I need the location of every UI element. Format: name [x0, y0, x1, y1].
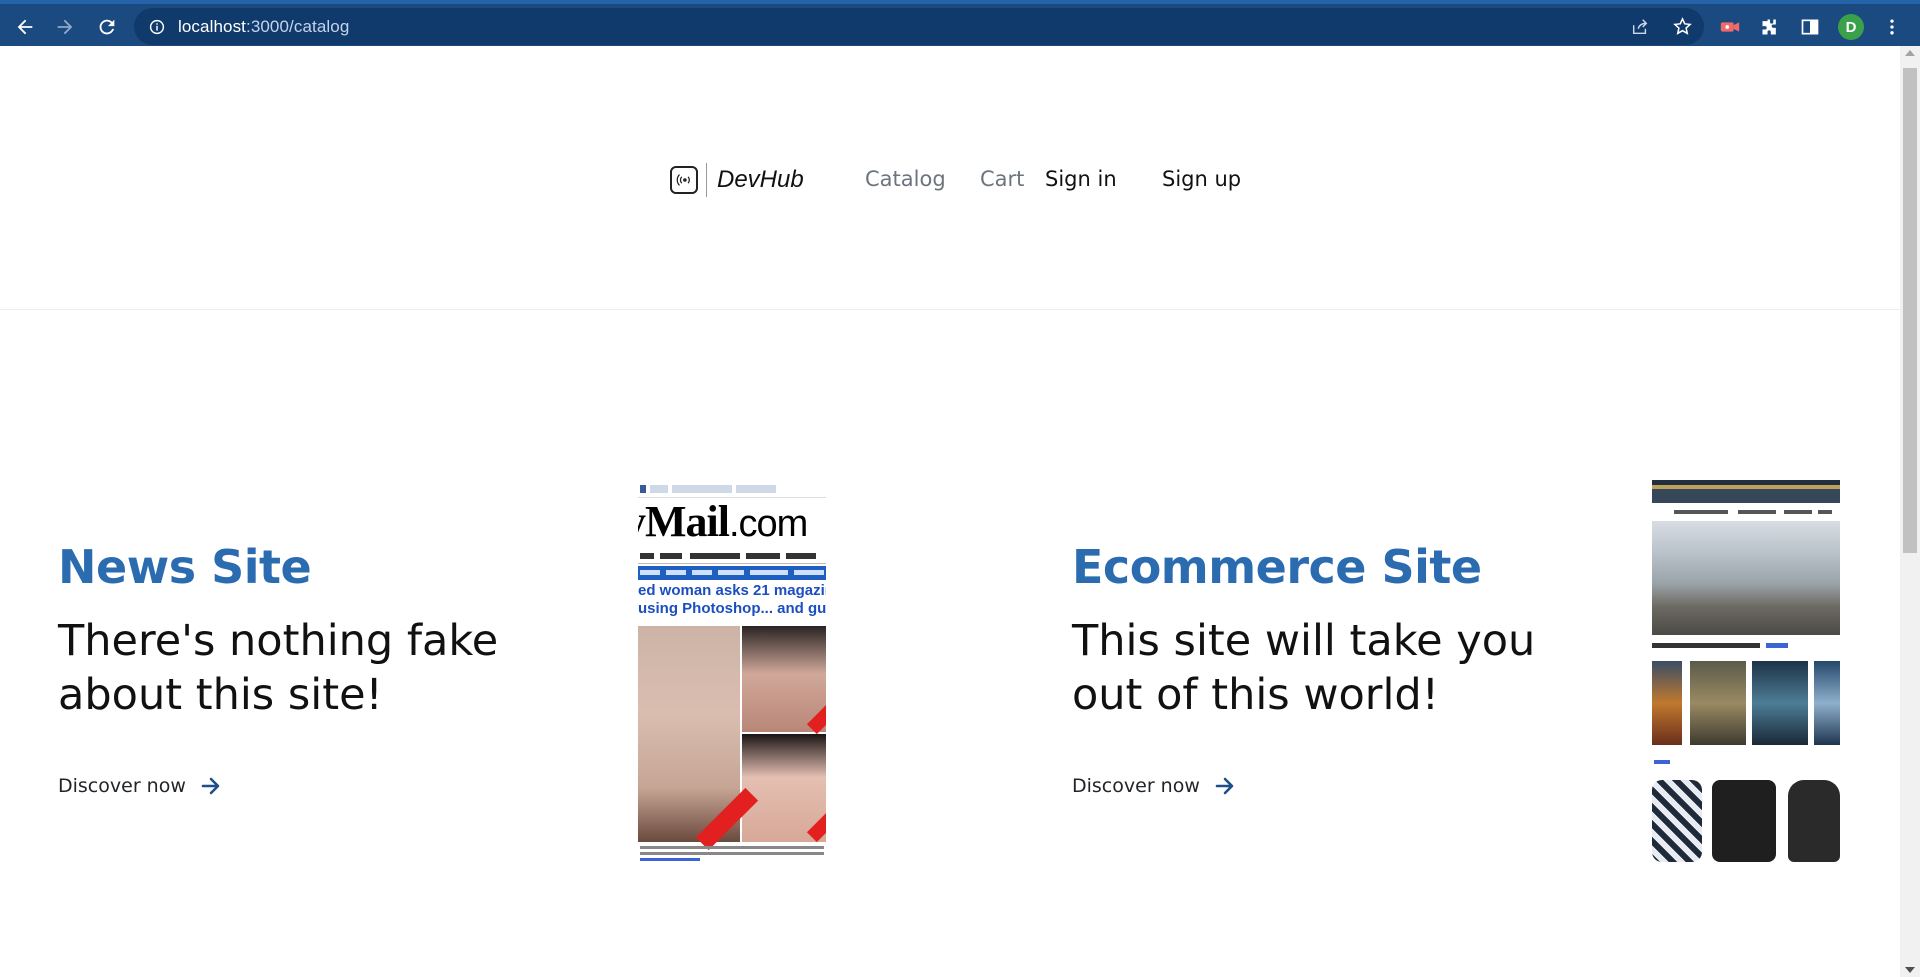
brand-divider [706, 163, 707, 197]
url-path: :3000/catalog [246, 16, 350, 36]
news-site-tagline: There's nothing fake about this site! [58, 616, 499, 720]
scroll-up-icon[interactable] [1905, 50, 1915, 56]
profile-initial: D [1838, 14, 1864, 40]
news-site-thumbnail[interactable]: yMail.com ed woman asks 21 magazin using… [638, 480, 826, 864]
brand-name: DevHub [717, 166, 804, 193]
masthead-suffix: .com [728, 503, 808, 545]
headline-line-1: ed woman asks 21 magazin [638, 582, 826, 599]
share-icon[interactable] [1630, 17, 1650, 37]
thumbnail-masthead: yMail.com [638, 498, 826, 546]
thumbnail-product-blanket [1652, 780, 1702, 862]
thumbnail-product-dashcam [1712, 780, 1776, 862]
thumbnail-movie-poster [1814, 661, 1840, 745]
browser-menu-icon[interactable] [1878, 13, 1906, 41]
back-icon[interactable] [10, 12, 40, 42]
news-discover-link[interactable]: Discover now [58, 775, 222, 797]
masthead-name: Mail [645, 497, 730, 546]
news-site-title: News Site [58, 540, 312, 594]
arrow-right-icon [200, 775, 222, 797]
thumbnail-share-bar [638, 480, 826, 498]
site-info-icon[interactable] [148, 18, 166, 36]
ecommerce-site-tagline: This site will take you out of this worl… [1072, 616, 1536, 720]
nav-cart-link[interactable]: Cart [980, 167, 1024, 191]
address-bar[interactable]: localhost:3000/catalog [134, 8, 1704, 45]
headline-line-2: using Photoshop... and gue [638, 600, 826, 617]
profile-avatar[interactable]: D [1837, 13, 1865, 41]
scroll-down-icon[interactable] [1905, 967, 1915, 973]
thumbnail-movie-poster [1752, 661, 1808, 745]
thumbnail-movie-poster [1652, 661, 1682, 745]
scrollbar-thumb[interactable] [1903, 68, 1917, 553]
extensions-puzzle-icon[interactable] [1756, 13, 1784, 41]
thumbnail-menu-secondary [638, 566, 826, 580]
thumbnail-hero-image [1652, 521, 1840, 635]
thumbnail-subnav [1652, 503, 1840, 521]
thumbnail-headline: ed woman asks 21 magazin using Photoshop… [638, 580, 826, 624]
forward-icon[interactable] [50, 12, 80, 42]
nav-catalog-link[interactable]: Catalog [865, 167, 946, 191]
site-header: DevHub Catalog Cart Sign in Sign up [0, 46, 1900, 310]
thumbnail-product-seat [1788, 780, 1840, 862]
thumbnail-see-more [1654, 760, 1670, 764]
thumbnail-caption [638, 844, 826, 864]
thumbnail-movie-poster [1690, 661, 1746, 745]
nav-sign-up-link[interactable]: Sign up [1162, 167, 1241, 191]
arrow-right-icon [1214, 775, 1236, 797]
ecommerce-discover-label: Discover now [1072, 775, 1200, 797]
nav-sign-in-link[interactable]: Sign in [1045, 167, 1117, 191]
side-panel-icon[interactable] [1796, 13, 1824, 41]
url-host: localhost [178, 16, 246, 36]
reload-icon[interactable] [92, 12, 122, 42]
recorder-extension-icon[interactable] [1716, 13, 1744, 41]
ecommerce-discover-link[interactable]: Discover now [1072, 775, 1236, 797]
browser-toolbar: localhost:3000/catalog D [0, 0, 1920, 46]
page-scrollbar[interactable] [1900, 46, 1920, 977]
thumbnail-nav-bar [1652, 489, 1840, 503]
bookmark-star-icon[interactable] [1672, 17, 1692, 37]
wireless-logo-icon [670, 166, 698, 194]
thumbnail-menu-primary [638, 548, 826, 564]
thumbnail-membership-strip [1652, 638, 1840, 652]
brand-logo-link[interactable]: DevHub [670, 163, 804, 197]
news-discover-label: Discover now [58, 775, 186, 797]
ecommerce-site-title: Ecommerce Site [1072, 540, 1482, 594]
ecommerce-site-thumbnail[interactable] [1652, 480, 1840, 864]
url-text[interactable]: localhost:3000/catalog [178, 17, 349, 37]
